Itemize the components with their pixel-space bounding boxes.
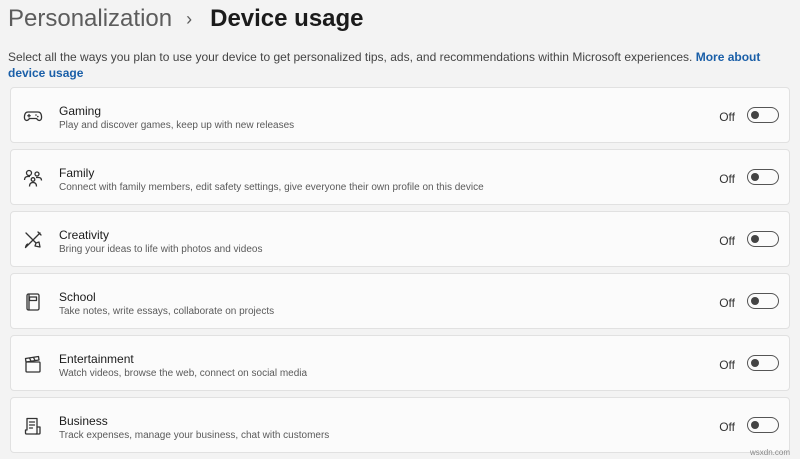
- clapperboard-icon: [23, 354, 43, 374]
- list-item-business[interactable]: Business Track expenses, manage your bus…: [10, 397, 790, 453]
- toggle-knob: [751, 358, 759, 367]
- school-toggle[interactable]: [747, 293, 779, 309]
- intro-description: Select all the ways you plan to use your…: [8, 50, 696, 64]
- gaming-description: Play and discover games, keep up with ne…: [59, 120, 295, 131]
- school-icon: [23, 292, 43, 312]
- creativity-icon: [23, 230, 43, 250]
- entertainment-description: Watch videos, browse the web, connect on…: [59, 368, 308, 379]
- business-state-label: Off: [719, 420, 735, 434]
- device-usage-list: Gaming Play and discover games, keep up …: [10, 87, 790, 459]
- family-state-label: Off: [719, 172, 735, 186]
- page-title: Device usage: [210, 5, 364, 32]
- entertainment-toggle[interactable]: [747, 355, 779, 371]
- breadcrumb-personalization-link[interactable]: Personalization: [8, 5, 172, 33]
- entertainment-state-label: Off: [719, 358, 735, 372]
- toggle-knob: [751, 420, 759, 429]
- business-icon: [23, 416, 43, 436]
- family-toggle[interactable]: [747, 169, 779, 185]
- gamepad-icon: [23, 106, 43, 126]
- creativity-state-label: Off: [719, 234, 735, 248]
- gaming-state-label: Off: [719, 110, 735, 124]
- breadcrumb: Personalization › Device usage: [8, 4, 364, 34]
- chevron-right-icon: ›: [186, 8, 193, 29]
- creativity-title: Creativity: [59, 228, 110, 242]
- watermark: wsxdn.com: [749, 448, 790, 457]
- list-item-family[interactable]: Family Connect with family members, edit…: [10, 149, 790, 205]
- gaming-title: Gaming: [59, 104, 102, 118]
- entertainment-title: Entertainment: [59, 352, 134, 366]
- gaming-toggle[interactable]: [747, 107, 779, 123]
- creativity-description: Bring your ideas to life with photos and…: [59, 244, 263, 255]
- business-toggle[interactable]: [747, 417, 779, 433]
- list-item-creativity[interactable]: Creativity Bring your ideas to life with…: [10, 211, 790, 267]
- toggle-knob: [751, 234, 759, 243]
- business-title: Business: [59, 414, 108, 428]
- list-item-entertainment[interactable]: Entertainment Watch videos, browse the w…: [10, 335, 790, 391]
- school-state-label: Off: [719, 296, 735, 310]
- list-item-gaming[interactable]: Gaming Play and discover games, keep up …: [10, 87, 790, 143]
- toggle-knob: [751, 296, 759, 305]
- business-description: Track expenses, manage your business, ch…: [59, 430, 330, 441]
- toggle-knob: [751, 172, 759, 181]
- list-item-school[interactable]: School Take notes, write essays, collabo…: [10, 273, 790, 329]
- family-description: Connect with family members, edit safety…: [59, 182, 484, 193]
- school-description: Take notes, write essays, collaborate on…: [59, 306, 275, 317]
- family-title: Family: [59, 166, 95, 180]
- school-title: School: [59, 290, 96, 304]
- intro-text: Select all the ways you plan to use your…: [8, 49, 792, 81]
- family-icon: [23, 168, 43, 188]
- toggle-knob: [751, 110, 759, 119]
- creativity-toggle[interactable]: [747, 231, 779, 247]
